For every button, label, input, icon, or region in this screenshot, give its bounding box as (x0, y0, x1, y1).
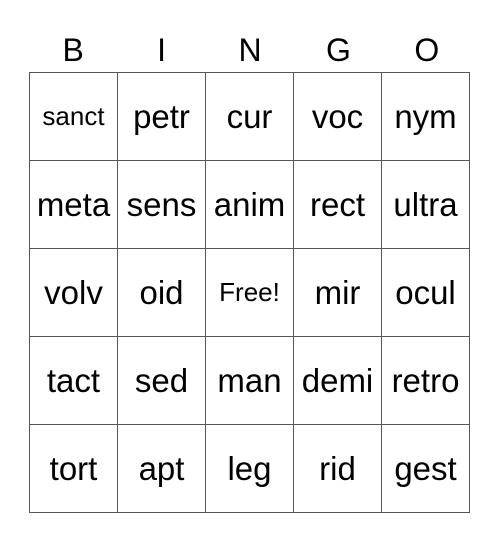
card-cell[interactable]: anim (205, 160, 294, 249)
card-cell[interactable]: nym (381, 72, 470, 161)
card-row: tact sed man demi retro (29, 336, 470, 425)
card-cell[interactable]: rid (293, 424, 382, 513)
card-cell[interactable]: voc (293, 72, 382, 161)
card-cell[interactable]: cur (205, 72, 294, 161)
header-letter-o: O (414, 32, 440, 68)
card-cell[interactable]: mir (293, 248, 382, 337)
card-cell[interactable]: leg (205, 424, 294, 513)
card-cell[interactable]: rect (293, 160, 382, 249)
bingo-header: B I N G O (29, 30, 471, 70)
header-letter-n: N (238, 32, 262, 68)
card-row: volv oid Free! mir ocul (29, 248, 470, 337)
card-cell[interactable]: tort (29, 424, 118, 513)
card-cell[interactable]: sed (117, 336, 206, 425)
card-cell[interactable]: retro (381, 336, 470, 425)
card-cell[interactable]: gest (381, 424, 470, 513)
free-space-cell[interactable]: Free! (205, 248, 294, 337)
card-cell[interactable]: meta (29, 160, 118, 249)
header-letter-g: G (325, 32, 351, 68)
card-row: sanct petr cur voc nym (29, 72, 470, 161)
bingo-card: sanct petr cur voc nym meta sens anim re… (29, 72, 470, 513)
card-row: tort apt leg rid gest (29, 424, 470, 513)
card-cell[interactable]: sens (117, 160, 206, 249)
card-cell[interactable]: volv (29, 248, 118, 337)
card-cell[interactable]: petr (117, 72, 206, 161)
card-cell[interactable]: sanct (29, 72, 118, 161)
card-cell[interactable]: oid (117, 248, 206, 337)
card-cell[interactable]: ultra (381, 160, 470, 249)
header-letter-i: I (157, 32, 167, 68)
card-cell[interactable]: apt (117, 424, 206, 513)
header-letter-b: B (62, 32, 84, 68)
card-row: meta sens anim rect ultra (29, 160, 470, 249)
card-cell[interactable]: ocul (381, 248, 470, 337)
card-cell[interactable]: tact (29, 336, 118, 425)
card-cell[interactable]: man (205, 336, 294, 425)
card-cell[interactable]: demi (293, 336, 382, 425)
